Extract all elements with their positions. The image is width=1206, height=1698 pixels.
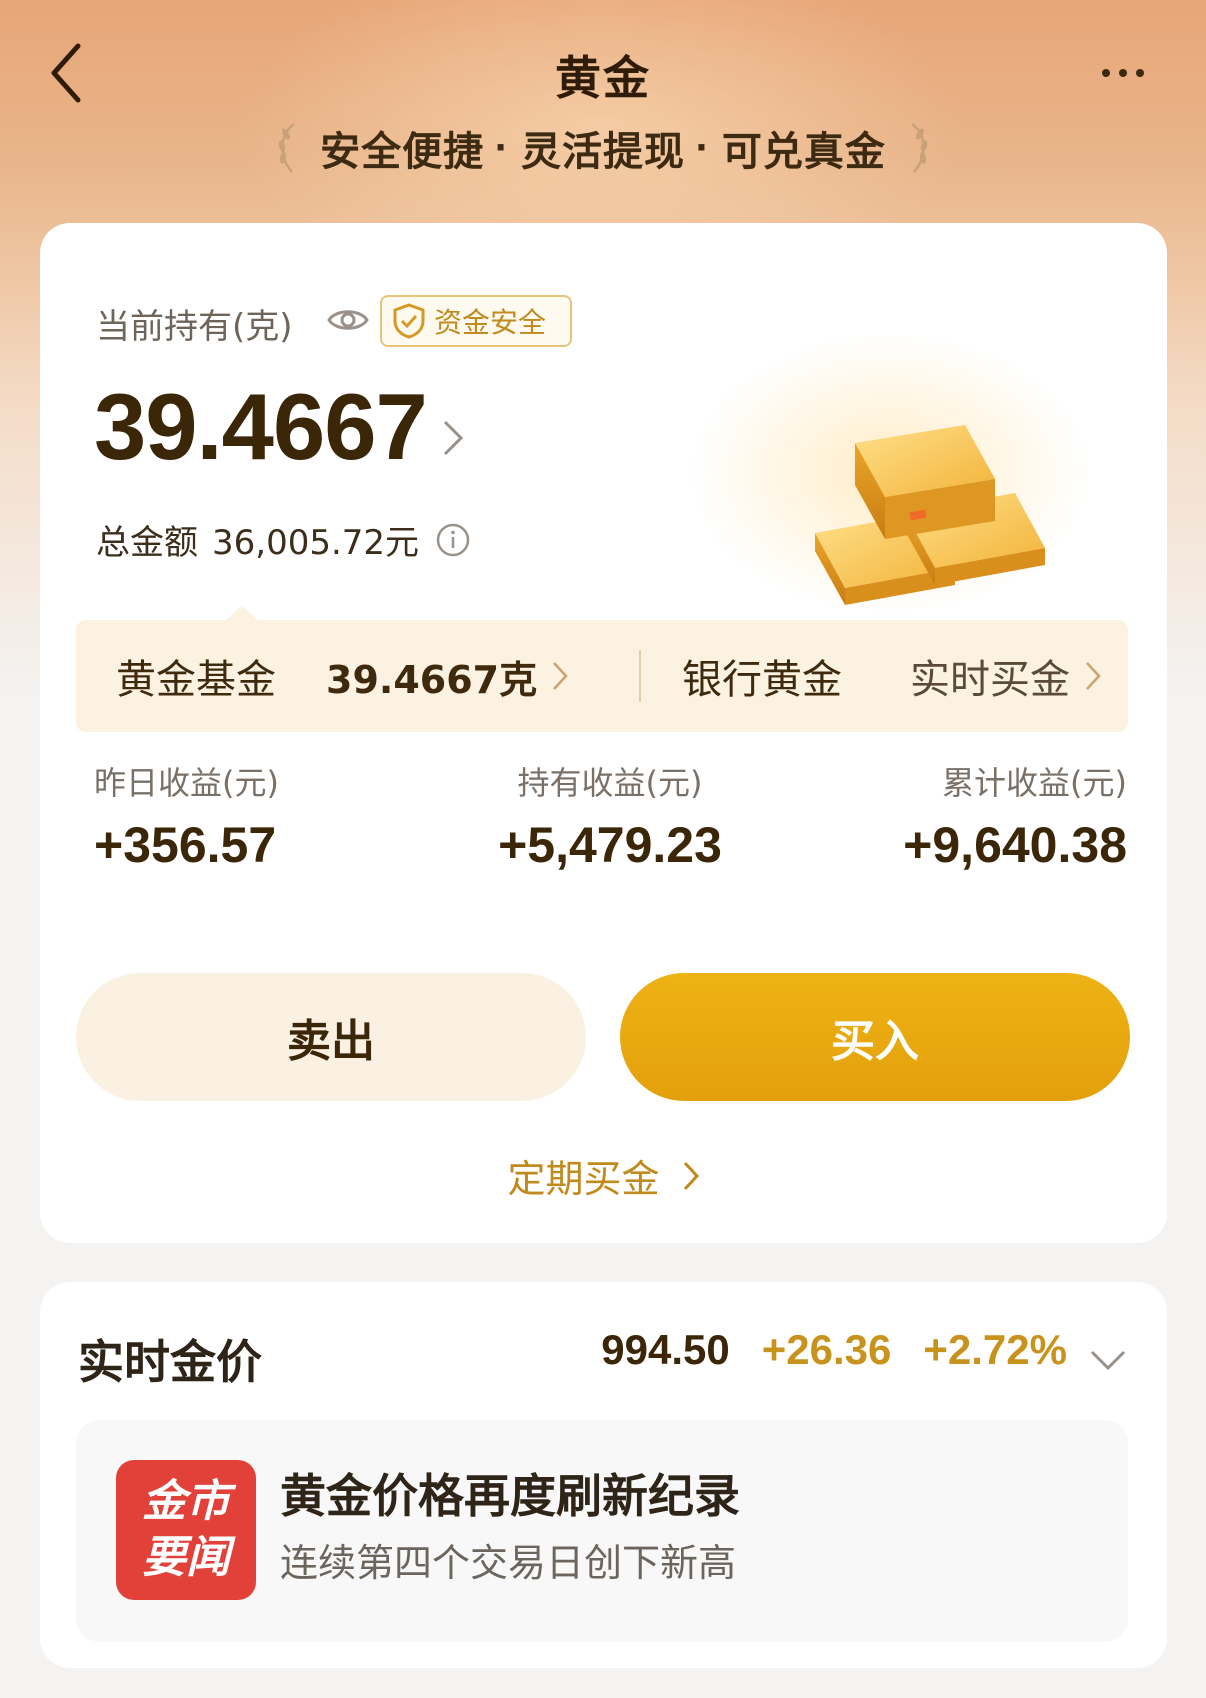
cumulative-earnings: 累计收益(元) +9,640.38 [827,758,1127,874]
gold-price-title: 实时金价 [78,1335,262,1389]
fund-safety-label: 资金安全 [434,306,547,339]
holding-card: 当前持有(克) 资金安全 39.4667 总金额 36,005.72元 黄金基金… [40,223,1167,1243]
news-subtitle: 连续第四个交易日创下新高 [280,1541,737,1585]
fund-safety-badge[interactable]: 资金安全 [380,295,572,347]
product-bar-notch [226,606,258,620]
top-bar: 黄金 [0,0,1206,130]
stat-label: 持有收益(元) [517,764,703,802]
tagline-separator: · [494,128,507,168]
gold-fund-name: 黄金基金 [116,657,276,703]
sell-button[interactable]: 卖出 [76,973,586,1101]
regular-buy-link[interactable]: 定期买金 [40,1148,1167,1203]
laurel-left-icon [278,122,295,173]
holding-earnings: 持有收益(元) +5,479.23 [460,758,760,874]
news-logo: 金市 要闻 [116,1460,256,1600]
eye-icon[interactable] [326,303,370,337]
gold-price-change: +26.36 [761,1326,892,1373]
chevron-down-icon[interactable] [1088,1346,1128,1374]
tagline: 安全便捷 · 灵活提现 · 可兑真金 [0,118,1206,178]
total-amount-row: 总金额 36,005.72元 [96,515,471,564]
laurel-right-icon [911,122,928,173]
gold-price-percent: +2.72% [923,1326,1067,1373]
more-icon [1102,69,1144,77]
more-button[interactable] [1098,58,1148,88]
news-title: 黄金价格再度刷新纪录 [280,1469,740,1523]
info-icon[interactable] [435,522,471,558]
bank-gold-item[interactable]: 银行黄金 实时买金 [682,620,1102,732]
product-bar: 黄金基金 39.4667克 银行黄金 实时买金 [76,606,1128,732]
page-title: 黄金 [555,51,651,105]
bank-gold-name: 银行黄金 [682,657,842,703]
stat-value: +356.57 [94,817,277,873]
bank-gold-action: 实时买金 [910,657,1070,703]
news-item[interactable]: 金市 要闻 黄金价格再度刷新纪录 连续第四个交易日创下新高 [76,1420,1128,1642]
stat-value: +5,479.23 [498,817,722,873]
total-amount-value: 36,005.72元 [212,523,420,563]
news-logo-line: 金市 [142,1476,230,1527]
yesterday-earnings: 昨日收益(元) +356.57 [94,758,279,874]
gold-price-row: 994.50 +26.36 +2.72% [601,1326,1067,1374]
chevron-right-icon[interactable] [440,417,466,459]
stat-value: +9,640.38 [903,817,1127,873]
gold-price-card: 实时金价 994.50 +26.36 +2.72% 金市 要闻 黄金价格再度刷新… [40,1282,1167,1668]
gold-fund-item[interactable]: 黄金基金 39.4667克 [116,620,569,732]
chevron-right-icon [553,662,568,690]
shield-check-icon [393,303,425,339]
news-logo-line: 要闻 [142,1532,230,1583]
buy-button[interactable]: 买入 [620,973,1130,1101]
gold-price-now: 994.50 [601,1326,730,1373]
product-divider [639,650,641,702]
tagline-item: 灵活提现 [521,129,685,175]
gold-bars-icon [815,425,1045,605]
chevron-right-icon [683,1161,699,1190]
gold-fund-value: 39.4667克 [326,657,538,702]
tagline-separator: · [695,128,708,168]
total-amount-label: 总金额 [96,523,198,563]
holding-grams[interactable]: 39.4667 [94,373,428,481]
holding-label: 当前持有(克) [96,307,293,347]
chevron-right-icon [1086,662,1101,690]
regular-buy-label: 定期买金 [507,1157,660,1201]
stat-label: 昨日收益(元) [94,764,279,802]
tagline-item: 可兑真金 [721,129,886,175]
stat-label: 累计收益(元) [942,764,1127,802]
tagline-item: 安全便捷 [320,129,485,175]
